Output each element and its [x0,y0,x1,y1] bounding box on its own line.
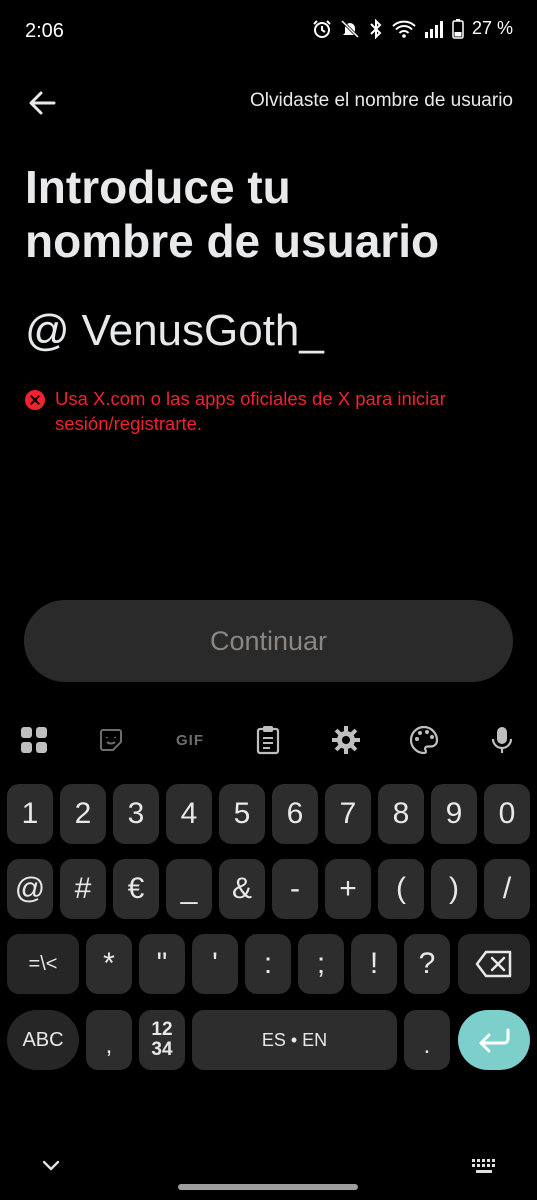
bluetooth-icon [368,18,384,39]
key-ampersand[interactable]: & [219,859,265,919]
key-asterisk[interactable]: * [86,934,132,994]
continue-button[interactable]: Continuar [24,600,513,682]
space-key[interactable]: ES • EN [192,1010,397,1070]
forgot-username-link[interactable]: Olvidaste el nombre de usuario [250,90,513,112]
status-bar: 2:06 27 % [0,0,537,64]
at-prefix: @ [25,306,70,355]
enter-arrow-icon [479,1028,510,1053]
home-handle[interactable] [178,1184,358,1190]
battery-icon [452,18,464,39]
clipboard-icon[interactable] [248,722,288,758]
key-0[interactable]: 0 [484,784,530,844]
key-colon[interactable]: : [245,934,291,994]
apps-grid-icon[interactable] [14,722,54,758]
key-euro[interactable]: € [113,859,159,919]
error-message: Usa X.com o las apps oficiales de X para… [25,386,520,436]
key-9[interactable]: 9 [431,784,477,844]
battery-percent: 27 % [471,18,513,38]
key-comma[interactable]: , [86,1010,132,1070]
abc-key[interactable]: ABC [7,1010,79,1070]
keyboard-switch-icon[interactable] [471,1158,497,1176]
key-more-symbols[interactable]: =\< [7,934,79,994]
key-3[interactable]: 3 [113,784,159,844]
key-2[interactable]: 2 [60,784,106,844]
key-slash[interactable]: / [484,859,530,919]
numpad-top-label: 12 [151,1019,173,1040]
navigation-bar [0,1150,537,1200]
key-1[interactable]: 1 [7,784,53,844]
backspace-icon [475,950,512,978]
key-open-paren[interactable]: ( [378,859,424,919]
key-minus[interactable]: - [272,859,318,919]
username-value[interactable]: VenusGoth_ [82,306,324,356]
status-icons: 27 % [312,18,513,39]
key-exclamation[interactable]: ! [351,934,397,994]
key-hash[interactable]: # [60,859,106,919]
palette-icon[interactable] [404,722,444,758]
gif-button[interactable]: GIF [170,722,210,758]
key-plus[interactable]: + [325,859,371,919]
keyboard-toolbar: GIF [0,712,537,768]
key-semicolon[interactable]: ; [298,934,344,994]
key-4[interactable]: 4 [166,784,212,844]
key-double-quote[interactable]: " [139,934,185,994]
error-icon [25,390,45,410]
mute-icon [340,19,360,39]
key-7[interactable]: 7 [325,784,371,844]
key-close-paren[interactable]: ) [431,859,477,919]
title-line-1: Introduce tu [25,161,291,213]
page-title: Introduce tu nombre de usuario [25,160,515,268]
alarm-icon [312,19,332,39]
settings-gear-icon[interactable] [326,722,366,758]
key-underscore[interactable]: _ [166,859,212,919]
key-5[interactable]: 5 [219,784,265,844]
numpad-bottom-label: 34 [151,1039,173,1060]
username-input[interactable]: @ VenusGoth_ [25,306,324,356]
signal-icon [424,19,444,39]
wifi-icon [392,19,416,39]
title-line-2: nombre de usuario [25,215,440,267]
backspace-key[interactable] [458,934,530,994]
numpad-key[interactable]: 12 34 [139,1010,185,1070]
microphone-icon[interactable] [482,722,522,758]
status-time: 2:06 [25,20,64,42]
back-arrow-icon[interactable] [26,86,60,120]
hide-keyboard-chevron-icon[interactable] [38,1156,64,1176]
key-6[interactable]: 6 [272,784,318,844]
key-single-quote[interactable]: ' [192,934,238,994]
sticker-icon[interactable] [91,722,131,758]
error-text: Usa X.com o las apps oficiales de X para… [55,388,446,434]
key-8[interactable]: 8 [378,784,424,844]
enter-key[interactable] [458,1010,530,1070]
key-question[interactable]: ? [404,934,450,994]
key-at[interactable]: @ [7,859,53,919]
key-period[interactable]: . [404,1010,450,1070]
